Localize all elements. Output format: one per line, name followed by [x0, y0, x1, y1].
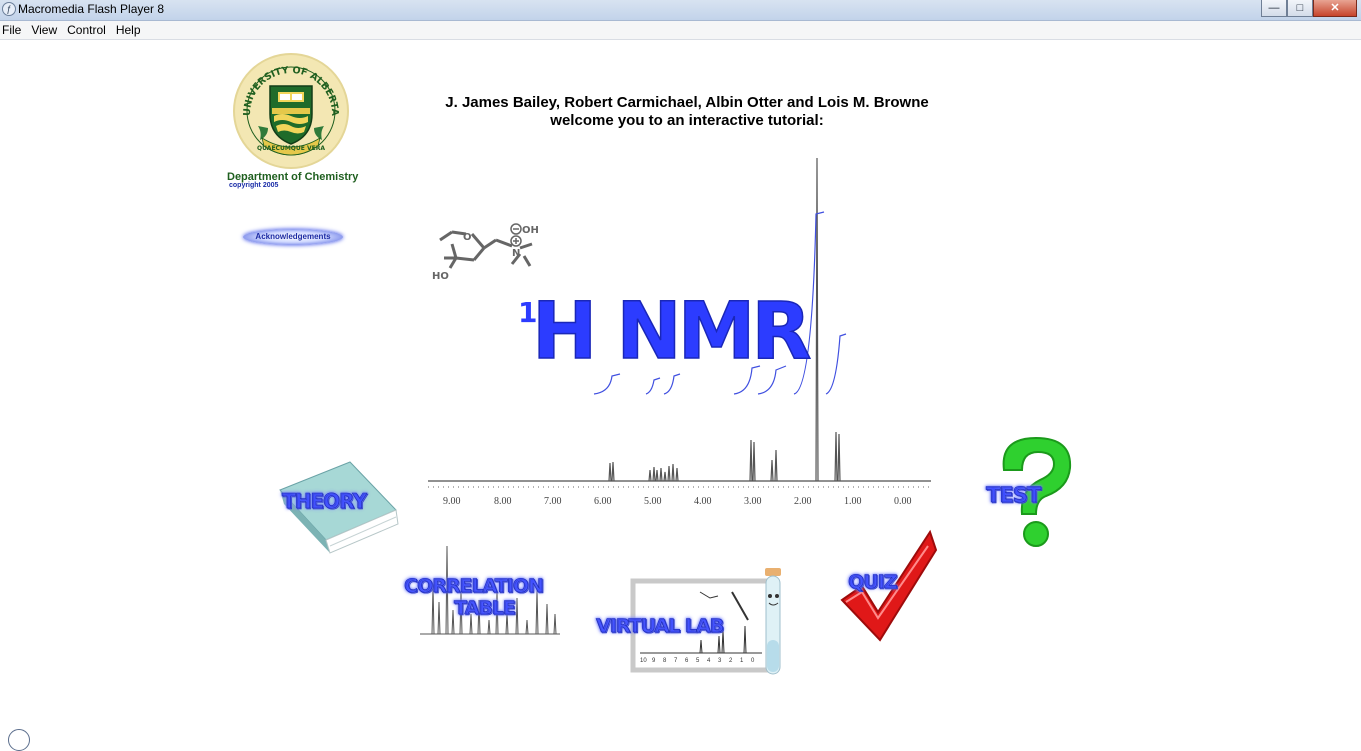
hnmr-title: 1 H NMR — [518, 286, 815, 378]
svg-text:O: O — [463, 232, 472, 243]
test-tube-character-icon — [765, 568, 781, 675]
tick-label: 5.00 — [644, 496, 662, 507]
tick-label: 9.00 — [443, 496, 461, 507]
tick-label: 2.00 — [794, 496, 812, 507]
svg-text:OH: OH — [522, 225, 539, 236]
svg-text:N: N — [512, 248, 520, 259]
hnmr-text: H NMR — [532, 287, 810, 377]
correlation-table-link-line2[interactable]: TABLE — [454, 597, 516, 620]
tick-label: 3.00 — [744, 496, 762, 507]
quiz-link[interactable]: QUIZ — [848, 571, 898, 594]
nmr-intro-illustration: O HO OH N 9.00 8.00 7.00 6.00 5.00 4.00 … — [279, 157, 1072, 675]
partial-circle-decoration — [8, 729, 30, 751]
tick-label: 6.00 — [594, 496, 612, 507]
tick-label: 8.00 — [494, 496, 512, 507]
svg-text:HO: HO — [432, 271, 449, 282]
correlation-table-link[interactable]: CORRELATION — [404, 575, 544, 598]
tick-label: 1.00 — [844, 496, 862, 507]
svg-text:10: 10 — [640, 658, 647, 664]
tick-label: 7.00 — [544, 496, 562, 507]
virtual-lab-link[interactable]: VIRTUAL LAB — [596, 615, 725, 638]
spectrum-tick-labels: 9.00 8.00 7.00 6.00 5.00 4.00 3.00 2.00 … — [443, 496, 912, 507]
tick-label: 4.00 — [694, 496, 712, 507]
test-link[interactable]: TEST — [986, 483, 1043, 508]
tick-label: 0.00 — [894, 496, 912, 507]
theory-link[interactable]: THEORY — [282, 489, 369, 514]
